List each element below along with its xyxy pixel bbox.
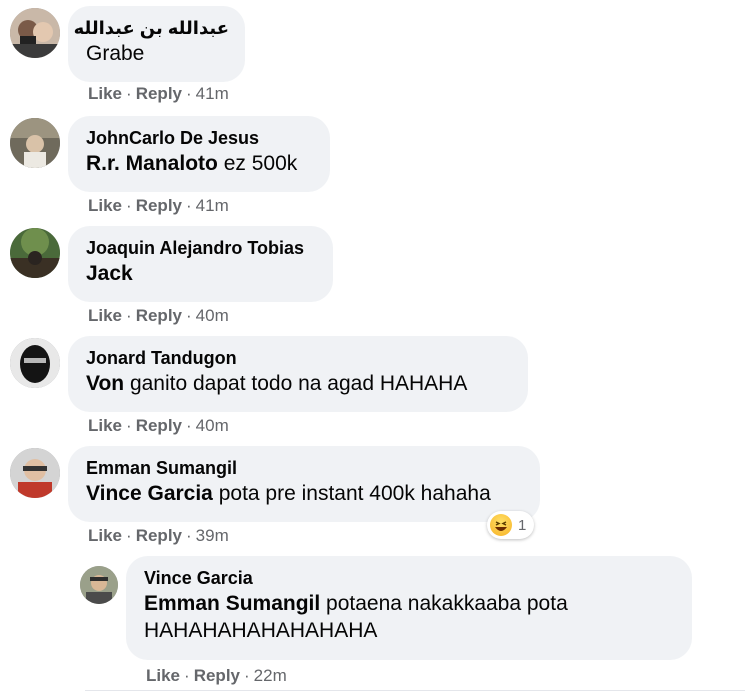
- mention-link[interactable]: Jack: [86, 262, 133, 285]
- comment-body: ganito dapat todo na agad HAHAHA: [124, 372, 468, 395]
- reply-link[interactable]: Reply: [136, 416, 182, 435]
- mention-link[interactable]: Von: [86, 372, 124, 395]
- comment-author[interactable]: Emman Sumangil: [86, 456, 524, 480]
- reaction-badge[interactable]: 1: [487, 511, 535, 539]
- divider: [85, 690, 745, 691]
- comment-text: Grabe: [86, 40, 229, 67]
- comment-author[interactable]: عبدالله بن عبدالله: [74, 16, 229, 40]
- mention-link[interactable]: R.r. Manaloto: [86, 152, 218, 175]
- avatar[interactable]: [10, 228, 60, 278]
- separator: ·: [186, 416, 192, 435]
- comment-text: Von ganito dapat todo na agad HAHAHA: [86, 370, 512, 397]
- comment-bubble: Jonard Tandugon Von ganito dapat todo na…: [68, 336, 528, 412]
- separator: ·: [186, 306, 192, 325]
- avatar[interactable]: [10, 338, 60, 388]
- comment-body: pota pre instant 400k hahaha: [212, 482, 491, 505]
- like-link[interactable]: Like: [88, 306, 122, 325]
- separator: ·: [126, 416, 132, 435]
- timestamp[interactable]: 40m: [196, 306, 229, 325]
- comment-text-line2: HAHAHAHAHAHAHAHA: [144, 619, 378, 642]
- separator: ·: [244, 666, 250, 685]
- avatar[interactable]: [80, 566, 118, 604]
- reply-link[interactable]: Reply: [136, 84, 182, 103]
- comment-author[interactable]: Jonard Tandugon: [86, 346, 512, 370]
- comment-actions: Like · Reply · 40m: [88, 306, 229, 326]
- reply-link[interactable]: Reply: [136, 526, 182, 545]
- mention-link[interactable]: Vince Garcia: [86, 482, 213, 505]
- like-link[interactable]: Like: [88, 196, 122, 215]
- comment-bubble: Joaquin Alejandro Tobias Jack: [68, 226, 333, 302]
- separator: ·: [186, 84, 192, 103]
- comment-actions: Like · Reply · 41m: [88, 84, 229, 104]
- reply-link[interactable]: Reply: [194, 666, 240, 685]
- comment-actions: Like · Reply · 41m: [88, 196, 229, 216]
- mention-link[interactable]: Emman Sumangil: [144, 592, 320, 615]
- timestamp[interactable]: 40m: [196, 416, 229, 435]
- comment-body: ez 500k: [217, 152, 298, 175]
- like-link[interactable]: Like: [88, 416, 122, 435]
- comment-author[interactable]: JohnCarlo De Jesus: [86, 126, 314, 150]
- like-link[interactable]: Like: [88, 526, 122, 545]
- comment-bubble: JohnCarlo De Jesus R.r. Manaloto ez 500k: [68, 116, 330, 192]
- separator: ·: [186, 526, 192, 545]
- separator: ·: [186, 196, 192, 215]
- comment-actions: Like · Reply · 40m: [88, 416, 229, 436]
- like-link[interactable]: Like: [146, 666, 180, 685]
- comment-author[interactable]: Joaquin Alejandro Tobias: [86, 236, 317, 260]
- timestamp[interactable]: 22m: [254, 666, 287, 685]
- timestamp[interactable]: 39m: [196, 526, 229, 545]
- comment-body: potaena nakakkaaba pota: [320, 592, 568, 615]
- comment-author[interactable]: Vince Garcia: [144, 566, 676, 590]
- separator: ·: [126, 526, 132, 545]
- timestamp[interactable]: 41m: [196, 196, 229, 215]
- comment-body: Grabe: [86, 42, 145, 65]
- comment-text: Vince Garcia pota pre instant 400k hahah…: [86, 480, 524, 507]
- reply-link[interactable]: Reply: [136, 306, 182, 325]
- like-link[interactable]: Like: [88, 84, 122, 103]
- separator: ·: [126, 306, 132, 325]
- reply-link[interactable]: Reply: [136, 196, 182, 215]
- avatar[interactable]: [10, 118, 60, 168]
- comment-bubble: عبدالله بن عبدالله Grabe: [68, 6, 245, 82]
- comment-actions: Like · Reply · 39m: [88, 526, 229, 546]
- comment-actions: Like · Reply · 22m: [146, 666, 287, 686]
- comment-bubble: Emman Sumangil Vince Garcia pota pre ins…: [68, 446, 540, 522]
- separator: ·: [126, 84, 132, 103]
- timestamp[interactable]: 41m: [196, 84, 229, 103]
- avatar[interactable]: [10, 448, 60, 498]
- comment-text: Jack: [86, 260, 317, 287]
- avatar[interactable]: [10, 8, 60, 58]
- separator: ·: [184, 666, 190, 685]
- comment-bubble: Vince Garcia Emman Sumangil potaena naka…: [126, 556, 692, 660]
- haha-emoji-icon: [490, 514, 512, 536]
- reaction-count: 1: [518, 516, 527, 534]
- separator: ·: [126, 196, 132, 215]
- comment-text: Emman Sumangil potaena nakakkaaba pota: [144, 590, 676, 617]
- comment-text: R.r. Manaloto ez 500k: [86, 150, 314, 177]
